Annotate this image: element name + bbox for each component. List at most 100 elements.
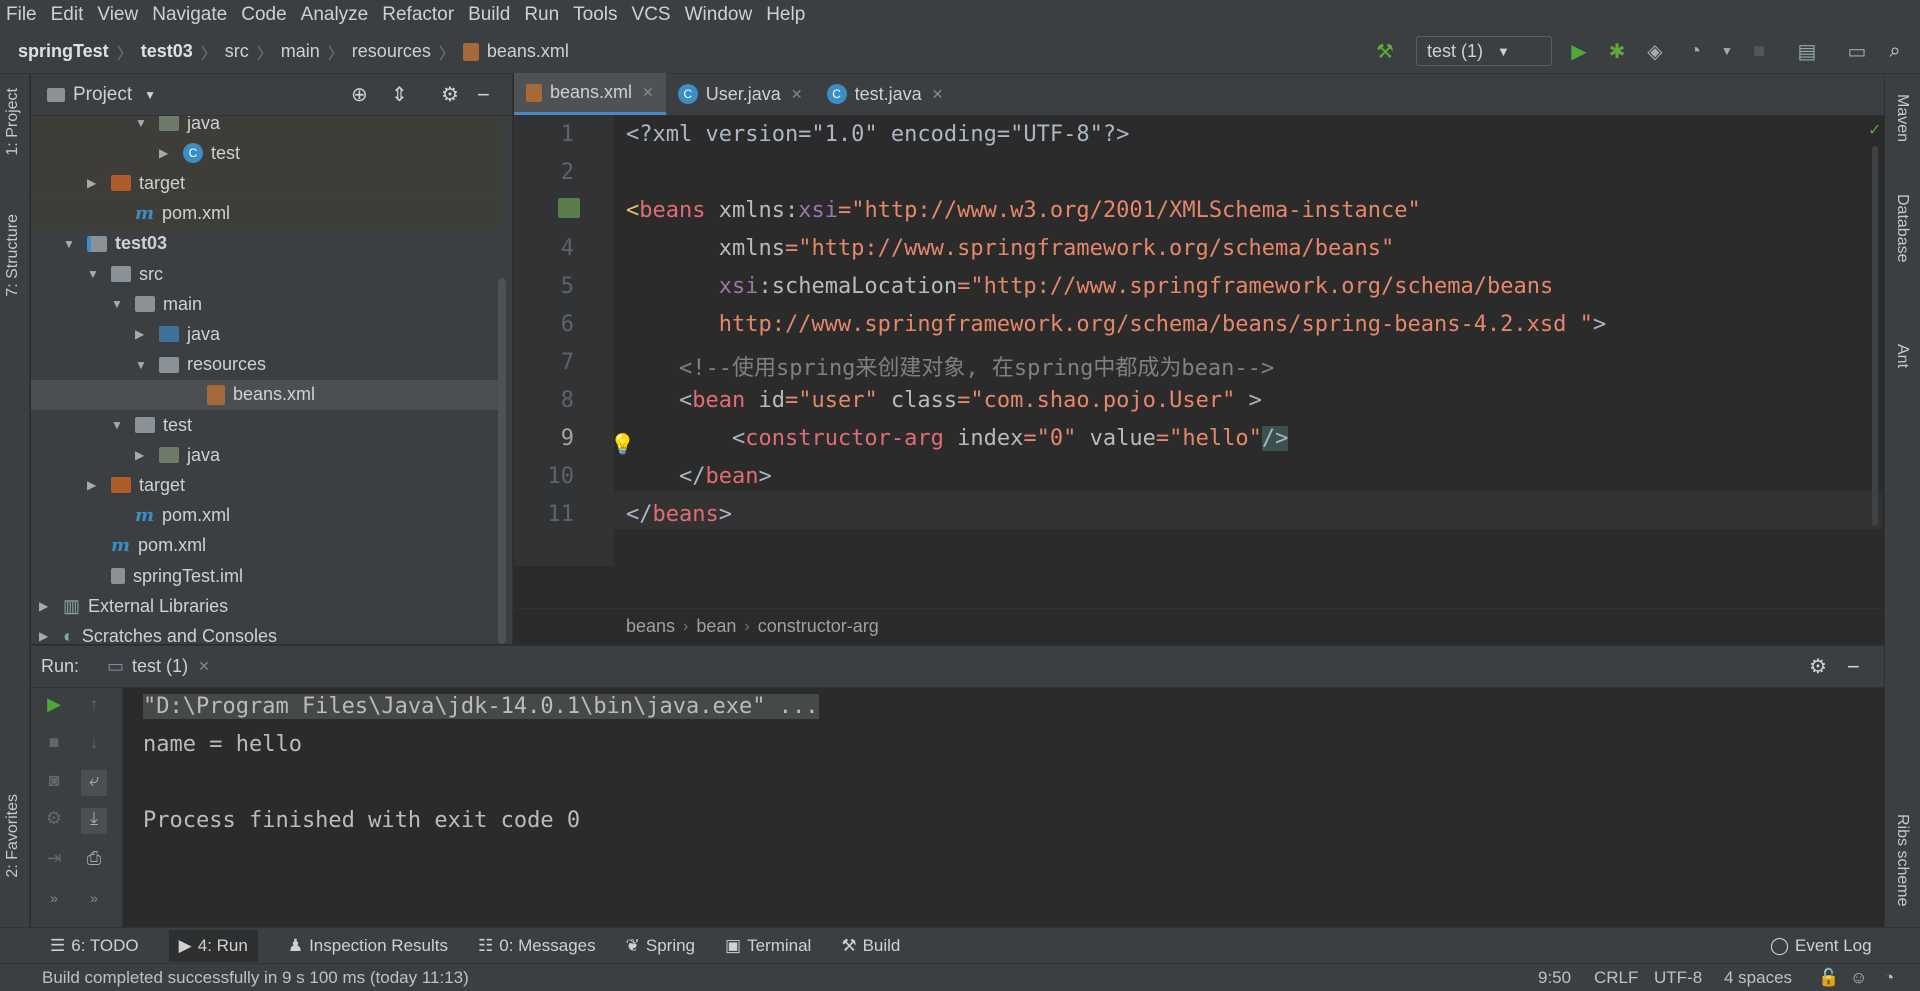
- tool-tab-maven[interactable]: Maven: [1893, 94, 1911, 142]
- code-line-3[interactable]: <beans xmlns:xsi="http://www.w3.org/2001…: [626, 198, 1421, 223]
- search-icon[interactable]: ⌕: [1882, 38, 1908, 64]
- menu-window[interactable]: Window: [685, 4, 753, 26]
- code-line-10[interactable]: </bean>: [626, 464, 772, 489]
- code-line-11[interactable]: </beans>: [626, 502, 732, 527]
- expanded-arrow-icon[interactable]: ▼: [87, 267, 101, 281]
- gear-icon[interactable]: ⚙: [1809, 654, 1827, 679]
- layout-icon[interactable]: ▭: [1844, 38, 1870, 64]
- more-icon[interactable]: »: [81, 890, 107, 916]
- rerun-icon[interactable]: ▶: [41, 694, 67, 720]
- editor-crumb-bean[interactable]: bean: [696, 616, 736, 637]
- run-tab-label[interactable]: test (1): [132, 656, 188, 677]
- tool-tab-ant[interactable]: Ant: [1893, 344, 1911, 368]
- project-structure-icon[interactable]: ▤: [1794, 38, 1820, 64]
- run-configuration-select[interactable]: test (1) ▼: [1416, 36, 1552, 66]
- tree-item[interactable]: ▶ ◐ Scratches and Consoles: [31, 621, 501, 644]
- tool-tab-structure[interactable]: 7: Structure: [4, 214, 22, 297]
- caret-position[interactable]: 9:50: [1538, 968, 1571, 988]
- menu-refactor[interactable]: Refactor: [382, 4, 454, 26]
- breadcrumb-src[interactable]: src: [225, 41, 249, 62]
- status-message[interactable]: Build completed successfully in 9 s 100 …: [42, 968, 469, 988]
- lock-icon[interactable]: 🔓: [1818, 968, 1839, 988]
- menu-file[interactable]: File: [6, 4, 37, 26]
- code-line-4[interactable]: xmlns="http://www.springframework.org/sc…: [626, 236, 1395, 261]
- caret-down-icon[interactable]: ▼: [1714, 38, 1740, 64]
- arrow-down-icon[interactable]: ↓: [81, 732, 107, 758]
- minimize-icon[interactable]: −: [477, 82, 490, 108]
- code-line-8[interactable]: <bean id="user" class="com.shao.pojo.Use…: [626, 388, 1262, 413]
- spring-bean-gutter-icon[interactable]: [558, 198, 580, 218]
- settings-icon[interactable]: ⚙: [41, 808, 67, 834]
- menu-help[interactable]: Help: [766, 4, 805, 26]
- tool-tab-todo[interactable]: ☰ 6: TODO: [50, 936, 139, 956]
- tree-item[interactable]: ▼ resources: [31, 350, 501, 380]
- expanded-arrow-icon[interactable]: ▼: [111, 418, 125, 432]
- profile-icon[interactable]: ◔: [1682, 38, 1708, 64]
- code-line-1[interactable]: <?xml version="1.0" encoding="UTF-8"?>: [626, 122, 1129, 147]
- tool-tab-inspection-results[interactable]: ♟ Inspection Results: [288, 936, 448, 956]
- tree-item[interactable]: ▶ java: [31, 319, 501, 349]
- collapsed-arrow-icon[interactable]: ▶: [87, 478, 101, 492]
- collapsed-arrow-icon[interactable]: ▶: [39, 599, 53, 613]
- project-tree-scrollbar[interactable]: [498, 278, 506, 644]
- debug-icon[interactable]: ✱: [1604, 38, 1630, 64]
- tree-item[interactable]: m pom.xml: [31, 198, 501, 229]
- expanded-arrow-icon[interactable]: ▼: [63, 237, 77, 251]
- close-icon[interactable]: ✕: [791, 86, 803, 103]
- editor-crumb-constructor-arg[interactable]: constructor-arg: [758, 616, 879, 637]
- tool-tab-run[interactable]: ▶ 4: Run: [168, 929, 258, 962]
- tab-user-java[interactable]: C User.java ✕: [666, 73, 815, 115]
- tool-tab-messages[interactable]: ☷ 0: Messages: [478, 936, 596, 956]
- menu-build[interactable]: Build: [468, 4, 510, 26]
- indent-setting[interactable]: 4 spaces: [1724, 968, 1792, 988]
- tree-item[interactable]: ▼ src: [31, 259, 501, 289]
- tree-item[interactable]: ▶ java: [31, 440, 501, 470]
- tree-item[interactable]: ▶ target: [31, 168, 501, 199]
- project-view-select[interactable]: Project: [73, 84, 132, 106]
- close-icon[interactable]: ✕: [932, 86, 944, 103]
- tool-tab-terminal[interactable]: ▣ Terminal: [725, 936, 811, 956]
- tree-item[interactable]: m pom.xml: [31, 501, 501, 531]
- menu-navigate[interactable]: Navigate: [152, 4, 227, 26]
- tool-tab-build[interactable]: ⚒ Build: [841, 936, 900, 956]
- menu-analyze[interactable]: Analyze: [301, 4, 369, 26]
- hammer-build-icon[interactable]: ⚒: [1372, 38, 1398, 64]
- stop-icon[interactable]: ■: [1746, 38, 1772, 64]
- close-icon[interactable]: ✕: [642, 84, 654, 101]
- expanded-arrow-icon[interactable]: ▼: [135, 116, 149, 130]
- code-line-6[interactable]: http://www.springframework.org/schema/be…: [626, 312, 1606, 337]
- camera-icon[interactable]: ◙: [41, 770, 67, 796]
- tool-tab-spring[interactable]: ❦ Spring: [626, 936, 695, 956]
- tree-item[interactable]: ▶ target: [31, 470, 501, 500]
- breadcrumb-project[interactable]: springTest: [18, 41, 109, 62]
- coverage-icon[interactable]: ◈: [1642, 38, 1668, 64]
- tab-beans-xml[interactable]: beans.xml ✕: [514, 73, 666, 115]
- collapsed-arrow-icon[interactable]: ▶: [135, 327, 149, 341]
- gear-icon[interactable]: ⚙: [441, 82, 459, 107]
- exit-icon[interactable]: ⇥: [41, 848, 67, 874]
- tree-item[interactable]: beans.xml: [31, 379, 501, 410]
- minimize-icon[interactable]: −: [1847, 654, 1860, 680]
- soft-wrap-icon[interactable]: ⤶: [81, 770, 107, 796]
- breadcrumb-module[interactable]: test03: [141, 41, 193, 62]
- breadcrumb-main[interactable]: main: [281, 41, 320, 62]
- breadcrumb-resources[interactable]: resources: [352, 41, 431, 62]
- check-icon[interactable]: ✓: [1868, 120, 1881, 140]
- git-icon[interactable]: ☺: [1850, 968, 1867, 988]
- collapsed-arrow-icon[interactable]: ▶: [159, 146, 173, 160]
- editor-crumb-beans[interactable]: beans: [626, 616, 675, 637]
- collapse-all-icon[interactable]: ⇕: [391, 82, 408, 107]
- tree-item[interactable]: ▶ Ctest: [31, 138, 501, 169]
- tool-tab-ribs-scheme[interactable]: Ribs scheme: [1893, 814, 1911, 906]
- code-line-9[interactable]: <constructor-arg index="0" value="hello"…: [626, 426, 1289, 451]
- menu-vcs[interactable]: VCS: [632, 4, 671, 26]
- expanded-arrow-icon[interactable]: ▼: [111, 297, 125, 311]
- tree-item[interactable]: ▼ test03: [31, 229, 501, 259]
- menu-code[interactable]: Code: [241, 4, 286, 26]
- tool-tab-favorites[interactable]: 2: Favorites: [4, 794, 22, 878]
- notifications-icon[interactable]: ◔: [1884, 968, 1894, 988]
- line-separator[interactable]: CRLF: [1594, 968, 1638, 988]
- collapsed-arrow-icon[interactable]: ▶: [39, 629, 53, 643]
- event-log-button[interactable]: ◯ Event Log: [1770, 936, 1872, 956]
- code-line-7[interactable]: <!--使用spring来创建对象, 在spring中都成为bean-->: [626, 350, 1274, 382]
